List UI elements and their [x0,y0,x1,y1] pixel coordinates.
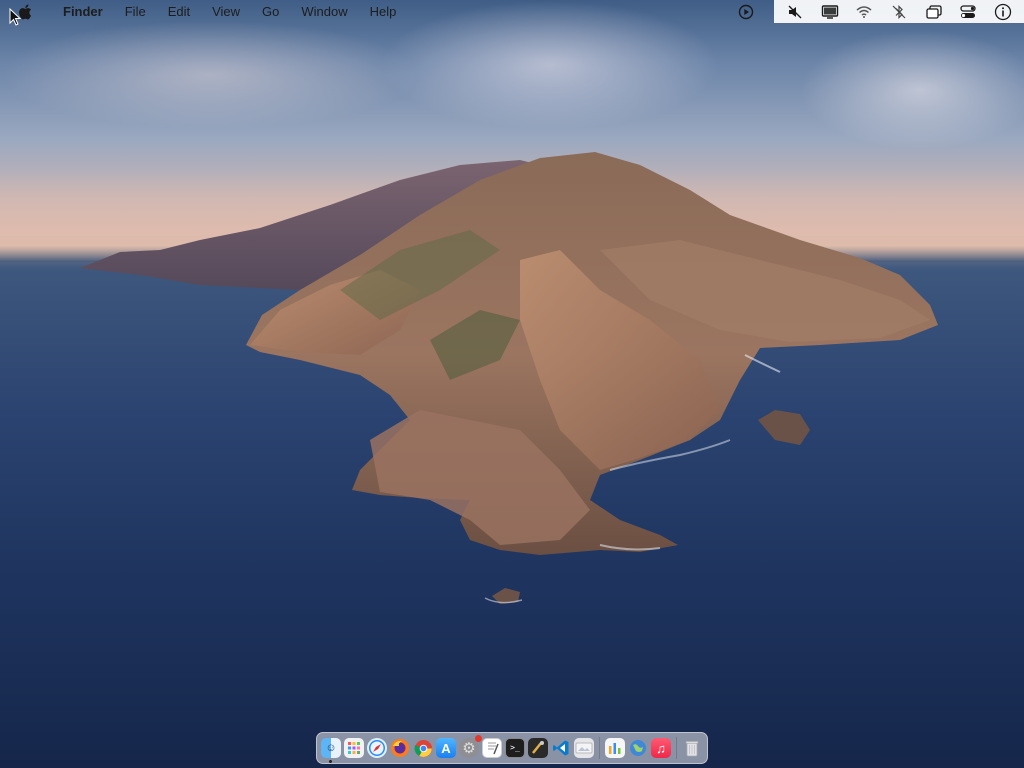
dock-system-preferences[interactable]: ⚙ [459,735,482,758]
dock-vscode[interactable] [551,738,571,758]
dock-separator [599,737,600,759]
control-center-icon[interactable] [957,2,979,21]
dock: ☺ A ⚙ >_ ♫ [316,732,708,764]
notification-badge [475,735,482,742]
screen-record-icon[interactable] [736,2,756,21]
dock-preview[interactable] [574,738,594,758]
network-icon [630,740,646,756]
desktop: Finder File Edit View Go Window Help ☺ A… [0,0,1024,768]
dock-network[interactable] [628,738,648,758]
firefox-icon [391,739,409,757]
launchpad-icon [348,742,360,754]
preview-icon [575,742,593,754]
menu-bar: Finder File Edit View Go Window Help [0,0,1024,23]
bluetooth-off-icon[interactable] [888,2,910,21]
textedit-icon [488,742,499,755]
finder-icon: ☺ [325,741,337,754]
window-icon[interactable] [923,2,945,21]
running-indicator [329,760,332,763]
utility-icon [609,743,621,754]
display-icon[interactable] [819,2,841,21]
mouse-cursor-icon [9,8,21,26]
wifi-icon[interactable] [853,2,875,21]
dock-chrome[interactable] [413,738,433,758]
dock-trash[interactable] [682,738,702,758]
status-menu-area [774,0,1024,23]
trash-icon [685,741,699,757]
instruments-icon [532,741,544,754]
info-icon[interactable] [992,2,1014,21]
dock-separator [676,737,677,759]
dock-app-store[interactable]: A [436,738,456,758]
system-preferences-icon: ⚙ [462,739,476,757]
dock-instruments[interactable] [528,738,548,758]
menu-edit[interactable]: Edit [157,0,201,23]
mute-icon[interactable] [784,2,806,21]
dock-launchpad[interactable] [344,738,364,758]
dock-firefox[interactable] [390,738,410,758]
menu-view[interactable]: View [201,0,251,23]
menu-go[interactable]: Go [251,0,290,23]
dock-terminal[interactable]: >_ [505,738,525,758]
dock-music[interactable]: ♫ [651,738,671,758]
terminal-icon: >_ [510,743,520,752]
dock-safari[interactable] [367,738,387,758]
menu-file[interactable]: File [114,0,157,23]
vscode-icon [553,740,569,756]
menu-window[interactable]: Window [290,0,358,23]
dock-utility[interactable] [605,738,625,758]
music-icon: ♫ [656,740,666,756]
menu-finder[interactable]: Finder [52,0,114,23]
safari-icon [369,740,385,756]
wallpaper-island [80,152,938,604]
dock-textedit[interactable] [482,738,502,758]
app-store-icon: A [441,740,451,756]
dock-finder[interactable]: ☺ [321,738,341,763]
menu-help[interactable]: Help [359,0,408,23]
chrome-icon [414,739,432,757]
